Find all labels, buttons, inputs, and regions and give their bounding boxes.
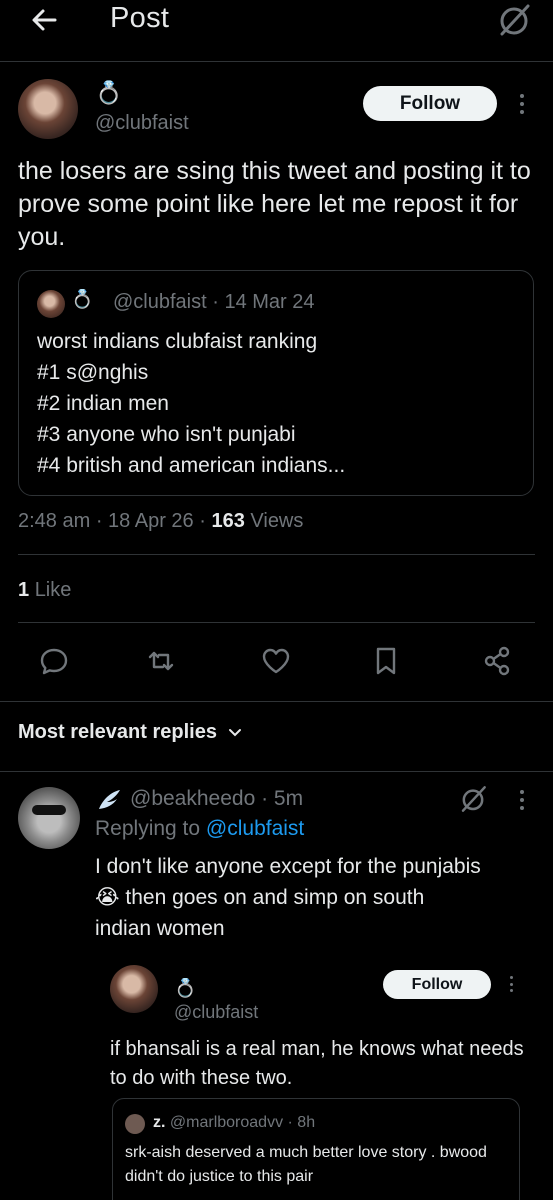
quote-line: #2 indian men: [37, 392, 169, 415]
chevron-down-icon: [228, 728, 241, 736]
post-meta: 2:48 am · 18 Apr 26 · 163 Views: [18, 510, 304, 532]
nested-post-text: if bhansali is a real man, he knows what…: [110, 1038, 524, 1089]
likes-divider: [18, 622, 535, 623]
wing-icon: [95, 787, 123, 813]
nested-quote-time: · 8h: [287, 1114, 316, 1131]
header-divider: [0, 61, 553, 62]
sunglasses-icon: [32, 805, 66, 815]
replying-to-handle[interactable]: @clubfaist: [206, 817, 304, 840]
post-date: 18 Apr 26: [108, 510, 194, 532]
quoted-post-card[interactable]: 💍 @clubfaist · 14 Mar 24 worst indians c…: [18, 270, 534, 496]
nested-quote-text: srk-aish deserved a much better love sto…: [125, 1144, 487, 1185]
replying-to: Replying to @clubfaist: [95, 817, 304, 841]
nested-author-emoji: 💍: [174, 978, 197, 998]
page-title: Post: [110, 2, 170, 34]
grok-icon[interactable]: [458, 784, 488, 814]
nested-quote-handle: @marlboroadvv: [169, 1114, 284, 1131]
share-icon[interactable]: [481, 645, 513, 677]
views-count: 163: [211, 510, 245, 532]
post-text: the losers are ssing this tweet and post…: [18, 157, 531, 251]
meta-divider: [18, 554, 535, 555]
quote-line: #1 s@nghis: [37, 361, 149, 384]
grok-icon[interactable]: [496, 2, 532, 38]
quote-avatar: [37, 290, 65, 318]
like-heart-icon[interactable]: [260, 645, 292, 677]
quote-date: · 14 Mar 24: [212, 291, 315, 313]
quote-text: worst indians clubfaist ranking #1 s@ngh…: [37, 326, 345, 481]
replies-sort-label: Most relevant replies: [18, 721, 217, 743]
avatar[interactable]: [18, 79, 78, 139]
likes-label: Like: [34, 579, 72, 601]
likes-summary[interactable]: 1 Like: [18, 579, 71, 602]
more-options-icon[interactable]: [518, 94, 526, 114]
repost-icon[interactable]: [145, 645, 177, 677]
reply-text-line: indian women: [95, 917, 225, 940]
replying-to-label: Replying to: [95, 817, 201, 840]
nested-quote-name: z.: [153, 1114, 166, 1131]
nested-handle[interactable]: @clubfaist: [174, 1002, 258, 1023]
author-name-emoji: 💍: [95, 80, 123, 105]
quote-handle: @clubfaist: [113, 291, 207, 313]
quote-line: worst indians clubfaist ranking: [37, 330, 318, 353]
reply-text-line: then goes on and simp on south: [125, 886, 425, 909]
replies-sort-dropdown[interactable]: Most relevant replies: [18, 721, 243, 744]
likes-count: 1: [18, 579, 30, 601]
actions-divider: [0, 701, 553, 702]
bookmark-icon[interactable]: [370, 645, 402, 677]
author-handle[interactable]: @clubfaist: [95, 112, 189, 135]
nested-quoted-post-card[interactable]: z. @marlboroadvv · 8h srk-aish deserved …: [112, 1098, 520, 1200]
reply-icon[interactable]: [38, 645, 70, 677]
reply-avatar[interactable]: [18, 787, 80, 849]
more-options-icon[interactable]: [508, 976, 514, 992]
reply-time: · 5m: [261, 787, 304, 810]
nested-quote-avatar: [125, 1114, 145, 1134]
reply-handle[interactable]: @beakheedo: [130, 787, 255, 810]
follow-button[interactable]: Follow: [383, 970, 491, 999]
quote-author-emoji: 💍: [71, 289, 94, 309]
quote-line: #4 british and american indians...: [37, 454, 346, 477]
back-arrow-icon[interactable]: [28, 4, 60, 36]
crying-emoji: 😭: [95, 886, 120, 909]
quote-line: #3 anyone who isn't punjabi: [37, 423, 296, 446]
post-time: 2:48 am: [18, 510, 91, 532]
reply-text: I don't like anyone except for the punja…: [95, 851, 540, 944]
replies-divider: [0, 771, 553, 772]
more-options-icon[interactable]: [518, 790, 526, 810]
reply-text-line: I don't like anyone except for the punja…: [95, 855, 481, 878]
views-label: Views: [250, 510, 304, 532]
nested-avatar[interactable]: [110, 965, 158, 1013]
follow-button[interactable]: Follow: [363, 86, 497, 121]
